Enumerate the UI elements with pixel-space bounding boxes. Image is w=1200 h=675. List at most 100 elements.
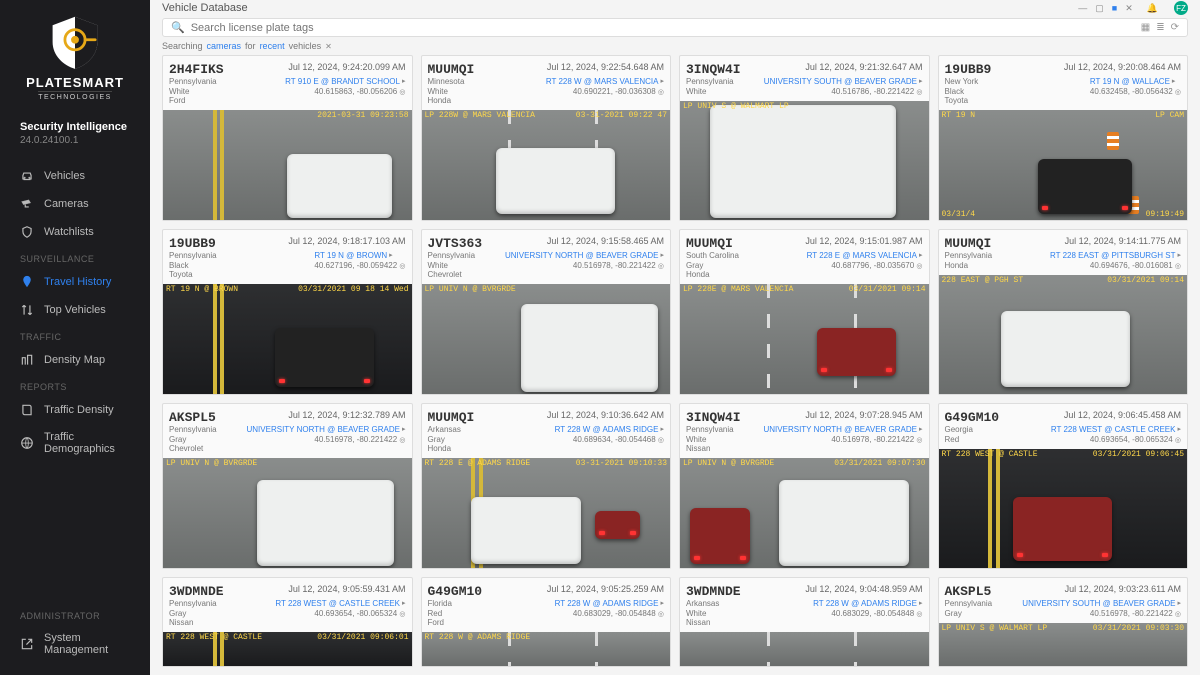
camera-location[interactable]: RT 228 W @ ADAMS RIDGE ▸ xyxy=(555,599,664,609)
result-card[interactable]: 3INQW4I Jul 12, 2024, 9:21:32.647 AM Pen… xyxy=(679,55,930,221)
camera-location[interactable]: UNIVERSITY NORTH @ BEAVER GRADE ▸ xyxy=(505,251,664,261)
plate-number: JVTS363 xyxy=(428,236,483,251)
capture-thumbnail[interactable]: RT 228 E @ ADAMS RIDGE03-31-2021 09:10:3… xyxy=(422,458,671,568)
vehicle-color: Red xyxy=(945,435,973,445)
filter-clear-icon[interactable]: ✕ xyxy=(325,42,332,51)
result-card[interactable]: JVTS363 Jul 12, 2024, 9:15:58.465 AM Pen… xyxy=(421,229,672,395)
link-icon: ▸ xyxy=(660,78,664,86)
plate-number: 2H4FIKS xyxy=(169,62,224,77)
capture-thumbnail[interactable] xyxy=(680,632,929,666)
map-pin-icon xyxy=(20,275,34,289)
link-icon: ▸ xyxy=(1177,426,1181,434)
coordinates: 40.694676, -80.016081 ◎ xyxy=(1050,261,1181,271)
result-card[interactable]: 3WDMNDE Jul 12, 2024, 9:05:59.431 AM Pen… xyxy=(162,577,413,667)
sidebar-item-system-management[interactable]: System Management xyxy=(0,625,150,663)
vehicle-make: Ford xyxy=(169,96,217,106)
result-card[interactable]: AKSPL5 Jul 12, 2024, 9:12:32.789 AM Penn… xyxy=(162,403,413,569)
camera-location[interactable]: RT 228 W @ ADAMS RIDGE ▸ xyxy=(555,425,664,435)
close-icon[interactable]: ✕ xyxy=(1125,3,1133,14)
state: Pennsylvania xyxy=(169,251,217,261)
camera-location[interactable]: RT 19 N @ BROWN ▸ xyxy=(314,251,405,261)
sidebar-item-top-vehicles[interactable]: Top Vehicles xyxy=(0,296,150,324)
capture-thumbnail[interactable]: LP UNIV S @ WALMART LP xyxy=(680,101,929,220)
minimize-icon[interactable]: — xyxy=(1078,3,1087,13)
camera-location[interactable]: UNIVERSITY SOUTH @ BEAVER GRADE ▸ xyxy=(764,77,923,87)
timestamp: Jul 12, 2024, 9:15:01.987 AM xyxy=(805,236,922,246)
search-bar[interactable]: 🔍 ▦ ≣ ⟳ xyxy=(162,18,1188,37)
camera-location[interactable]: RT 228 E @ MARS VALENCIA ▸ xyxy=(807,251,923,261)
app-version: 24.0.24100.1 xyxy=(20,135,130,146)
link-icon: ▸ xyxy=(1177,252,1181,260)
camera-location[interactable]: UNIVERSITY SOUTH @ BEAVER GRADE ▸ xyxy=(1022,599,1181,609)
camera-location[interactable]: RT 228 WEST @ CASTLE CREEK ▸ xyxy=(1051,425,1181,435)
search-input[interactable] xyxy=(191,22,1129,34)
sidebar-item-density-map[interactable]: Density Map xyxy=(0,346,150,374)
coordinates: 40.516978, -80.221422 ◎ xyxy=(1022,609,1181,619)
filter-link-cameras[interactable]: cameras xyxy=(207,41,242,51)
result-card[interactable]: 19UBB9 Jul 12, 2024, 9:20:08.464 AM New … xyxy=(938,55,1189,221)
link-icon: ▸ xyxy=(919,426,923,434)
filter-link-recent[interactable]: recent xyxy=(260,41,285,51)
user-avatar[interactable]: FZ xyxy=(1174,1,1188,15)
nav-label: Traffic Demographics xyxy=(44,431,130,455)
notifications-icon[interactable]: 🔔 xyxy=(1147,3,1158,14)
camera-location[interactable]: RT 228 EAST @ PITTSBURGH ST ▸ xyxy=(1050,251,1181,261)
result-card[interactable]: 19UBB9 Jul 12, 2024, 9:18:17.103 AM Penn… xyxy=(162,229,413,395)
result-card[interactable]: MUUMQI Jul 12, 2024, 9:15:01.987 AM Sout… xyxy=(679,229,930,395)
result-card[interactable]: G49GM10 Jul 12, 2024, 9:05:25.259 AM Flo… xyxy=(421,577,672,667)
capture-thumbnail[interactable]: LP UNIV N @ BVRGRDE03/31/2021 09:07:30 xyxy=(680,458,929,568)
sidebar-item-vehicles[interactable]: Vehicles xyxy=(0,162,150,190)
capture-thumbnail[interactable]: RT 228 W @ ADAMS RIDGE xyxy=(422,632,671,666)
camera-location[interactable]: RT 228 W @ MARS VALENCIA ▸ xyxy=(546,77,664,87)
result-card[interactable]: MUUMQI Jul 12, 2024, 9:14:11.775 AM Penn… xyxy=(938,229,1189,395)
capture-thumbnail[interactable]: RT 19 N @ BROWN03/31/2021 09 18 14 Wed xyxy=(163,284,412,394)
overlay-caption: LP 228W @ MARS VALENCIA03-31-2021 09:22 … xyxy=(422,110,671,121)
sidebar-item-traffic-density[interactable]: Traffic Density xyxy=(0,396,150,424)
camera-location[interactable]: RT 228 W @ ADAMS RIDGE ▸ xyxy=(813,599,922,609)
capture-thumbnail[interactable]: LP UNIV N @ BVRGRDE xyxy=(163,458,412,568)
result-card[interactable]: 2H4FIKS Jul 12, 2024, 9:24:20.099 AM Pen… xyxy=(162,55,413,221)
refresh-icon[interactable]: ⟳ xyxy=(1171,22,1179,33)
capture-thumbnail[interactable]: LP UNIV S @ WALMART LP03/31/2021 09:03:3… xyxy=(939,623,1188,666)
overlay-caption: RT 228 W @ ADAMS RIDGE xyxy=(422,632,671,643)
plate-number: MUUMQI xyxy=(428,410,475,425)
geo-icon: ◎ xyxy=(399,89,405,96)
capture-thumbnail[interactable]: 2021-03-31 09:23:58 xyxy=(163,110,412,220)
capture-thumbnail[interactable]: 228 EAST @ PGH ST03/31/2021 09:14 xyxy=(939,275,1188,394)
vehicle-make: Toyota xyxy=(169,270,217,280)
camera-location[interactable]: RT 910 E @ BRANDT SCHOOL ▸ xyxy=(285,77,405,87)
sidebar-item-travel-history[interactable]: Travel History xyxy=(0,268,150,296)
result-card[interactable]: AKSPL5 Jul 12, 2024, 9:03:23.611 AM Penn… xyxy=(938,577,1189,667)
capture-thumbnail[interactable]: RT 228 WEST @ CASTLE03/31/2021 09:06:01 xyxy=(163,632,412,666)
camera-location[interactable]: UNIVERSITY NORTH @ BEAVER GRADE ▸ xyxy=(247,425,406,435)
result-card[interactable]: 3INQW4I Jul 12, 2024, 9:07:28.945 AM Pen… xyxy=(679,403,930,569)
result-card[interactable]: G49GM10 Jul 12, 2024, 9:06:45.458 AM Geo… xyxy=(938,403,1189,569)
result-card[interactable]: MUUMQI Jul 12, 2024, 9:10:36.642 AM Arka… xyxy=(421,403,672,569)
capture-thumbnail[interactable]: LP 228E @ MARS VALENCIA03/31/2021 09:14 xyxy=(680,284,929,394)
plate-number: MUUMQI xyxy=(686,236,733,251)
camera-location[interactable]: UNIVERSITY NORTH @ BEAVER GRADE ▸ xyxy=(764,425,923,435)
capture-thumbnail[interactable]: LP UNIV N @ BVRGRDE xyxy=(422,284,671,394)
camera-location[interactable]: RT 228 WEST @ CASTLE CREEK ▸ xyxy=(275,599,405,609)
grid-view-icon[interactable]: ▦ xyxy=(1141,22,1150,33)
restore-icon[interactable]: ▢ xyxy=(1095,3,1104,14)
camera-location[interactable]: RT 19 N @ WALLACE ▸ xyxy=(1090,77,1181,87)
capture-thumbnail[interactable]: RT 19 NLP CAM03/31/409:19:49 xyxy=(939,110,1188,220)
list-view-icon[interactable]: ≣ xyxy=(1156,22,1164,33)
main-area: Vehicle Database — ▢ ■ ✕ 🔔 FZ 🔍 ▦ ≣ ⟳ Se… xyxy=(150,0,1200,675)
coordinates: 40.683029, -80.054848 ◎ xyxy=(555,609,664,619)
section-surveillance: SURVEILLANCE xyxy=(0,246,150,268)
coordinates: 40.516786, -80.221422 ◎ xyxy=(764,87,923,97)
sidebar-item-watchlists[interactable]: Watchlists xyxy=(0,218,150,246)
timestamp: Jul 12, 2024, 9:15:58.465 AM xyxy=(547,236,664,246)
sidebar-item-cameras[interactable]: Cameras xyxy=(0,190,150,218)
result-card[interactable]: 3WDMNDE Jul 12, 2024, 9:04:48.959 AM Ark… xyxy=(679,577,930,667)
nav-label: Traffic Density xyxy=(44,404,114,416)
book-icon xyxy=(20,403,34,417)
result-card[interactable]: MUUMQI Jul 12, 2024, 9:22:54.648 AM Minn… xyxy=(421,55,672,221)
coordinates: 40.615863, -80.056206 ◎ xyxy=(285,87,405,97)
capture-thumbnail[interactable]: RT 228 WEST @ CASTLE03/31/2021 09:06:45 xyxy=(939,449,1188,568)
sidebar-item-traffic-demographics[interactable]: Traffic Demographics xyxy=(0,424,150,462)
capture-thumbnail[interactable]: LP 228W @ MARS VALENCIA03-31-2021 09:22 … xyxy=(422,110,671,220)
maximize-icon[interactable]: ■ xyxy=(1112,3,1117,13)
